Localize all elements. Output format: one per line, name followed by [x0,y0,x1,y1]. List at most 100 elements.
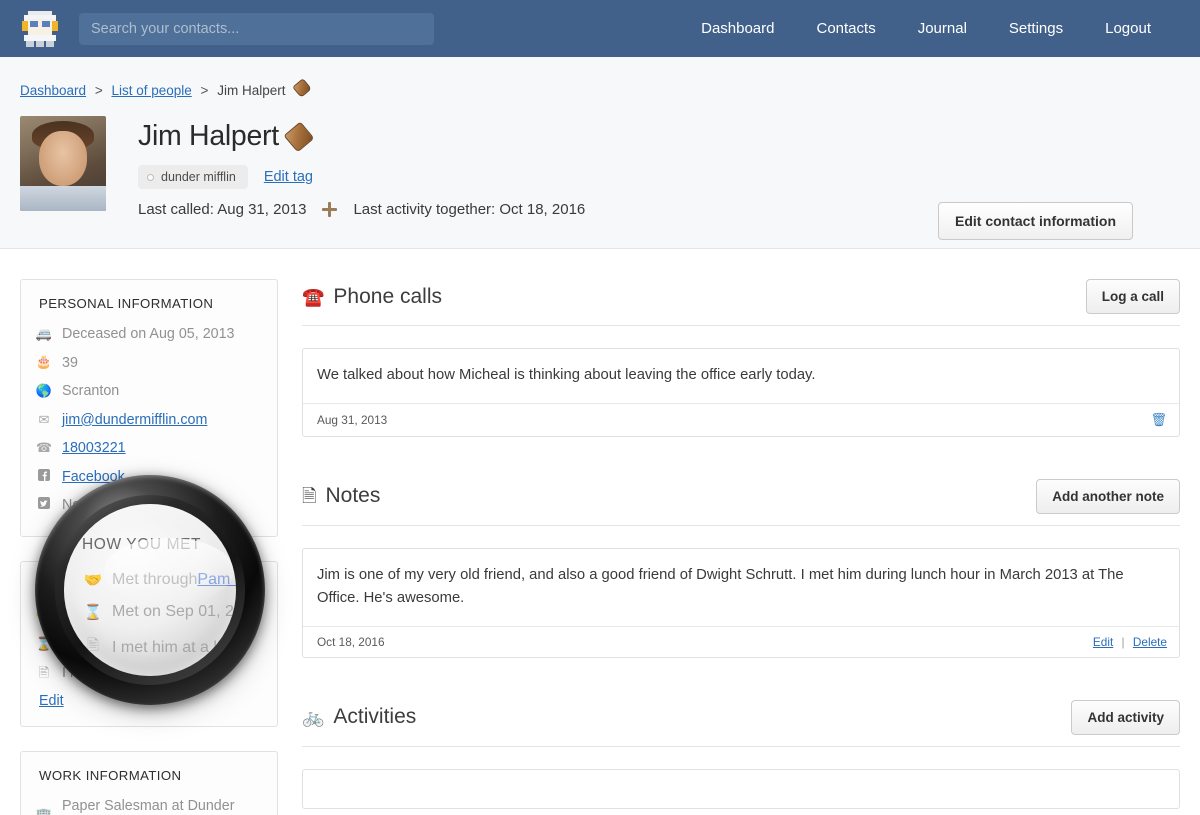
breadcrumb-separator: > [200,83,209,98]
how-you-met-row-met-through: 🤝 Met through Pam Beesly [35,602,259,631]
building-icon: 🏢 [35,806,53,815]
note-entry: Jim is one of my very old friend, and al… [302,547,1180,658]
contact-name-text: Jim Halpert [138,120,279,152]
handshake-icon: 🤝 [35,607,53,623]
personal-information-title: Personal information [39,296,214,311]
phone-link[interactable]: 18003221 [62,439,126,458]
hourglass-icon: ⌛ [35,636,53,652]
email-link[interactable]: jim@dundermifflin.com [62,411,207,430]
notes-section: 🗎 Notes Add another note Jim is one of m… [302,478,1180,658]
log-a-call-button[interactable]: Log a call [1085,279,1180,314]
phone-call-entry: We talked about how Micheal is thinking … [302,348,1180,437]
breadcrumb-separator: > [94,83,103,98]
coffin-icon [292,78,313,98]
birthday-cake-icon: 🎂 [35,354,53,370]
edit-tag-link[interactable]: Edit tag [264,169,313,185]
page-title: Jim Halpert [138,120,585,153]
info-row-facebook: Facebook [35,463,259,492]
twitter-text: No Twitter [62,497,127,514]
how-you-met-edit-link[interactable]: Edit [35,693,64,709]
monica-logo[interactable] [18,7,62,51]
activities-title-text: Activities [333,705,417,729]
info-row-email: ✉ jim@dundermifflin.com [35,406,259,435]
nav-item-logout[interactable]: Logout [1084,0,1172,57]
trash-icon[interactable]: 🗑 [1150,412,1167,428]
work-information-title: Work information [39,767,182,783]
work-row-job: 🏢 Paper Salesman at Dunder Mifflin [35,792,259,815]
note-body: Jim is one of my very old friend, and al… [317,566,1124,606]
note-delete-link[interactable]: Delete [1133,635,1167,649]
activities-section: 🚲 Activities Add activity [302,699,1180,809]
last-called-text: Last called: Aug 31, 2013 [138,201,307,218]
info-row-twitter: No Twitter [35,491,259,520]
note-card-icon: 🖹 [38,665,50,681]
nav-item-contacts[interactable]: Contacts [796,0,897,57]
met-through-person-link[interactable]: Pam Beesly [138,607,214,626]
notes-title: 🗎 Notes [302,484,380,508]
tag-row: dunder mifflin Edit tag [138,165,585,189]
activities-header: 🚲 Activities Add activity [302,699,1180,747]
personal-information-card: Personal information 🚐 Deceased on Aug 0… [20,279,278,538]
contact-info-block: Jim Halpert dunder mifflin Edit tag Last… [138,116,585,218]
phone-icon: ☎ [35,440,53,456]
breadcrumb-current: Jim Halpert [217,83,286,98]
twitter-icon [35,497,53,514]
nav-item-journal[interactable]: Journal [897,0,988,57]
activities-title: 🚲 Activities [302,705,416,729]
note-date: Oct 18, 2016 [317,634,385,649]
breadcrumb: Dashboard > List of people > Jim Halpert [20,78,1180,98]
nav-item-dashboard[interactable]: Dashboard [680,0,795,57]
notes-header: 🗎 Notes Add another note [302,478,1180,526]
bicycle-icon: 🚲 [302,707,325,728]
breadcrumb-list-of-people[interactable]: List of people [111,83,191,98]
main-nav: Dashboard Contacts Journal Settings Logo… [680,0,1172,57]
add-activity-button[interactable]: Add activity [1071,699,1180,735]
envelope-icon: ✉ [38,411,50,427]
tag-label: dunder mifflin [161,170,236,184]
activity-entry [302,768,1180,809]
phone-calls-title-text: Phone calls [333,284,442,308]
how-you-met-row-description: 🖹 I met him at a bar. [35,659,259,688]
deceased-text: Deceased on Aug 05, 2013 [62,326,235,342]
phone-calls-section: ☎️ Phone calls Log a call We talked abou… [302,279,1180,437]
info-row-location: 🌎 Scranton [35,377,259,406]
facebook-icon [35,468,53,486]
phone-call-body: We talked about how Micheal is thinking … [317,367,816,383]
coffin-icon [283,121,315,152]
breadcrumb-dashboard[interactable]: Dashboard [20,83,86,98]
note-edit-link[interactable]: Edit [1093,635,1113,649]
nav-item-settings[interactable]: Settings [988,0,1084,57]
how-you-met-card: How you met 🤝 Met through Pam Beesly ⌛ M… [20,561,278,727]
avatar-shirt [20,186,106,211]
main-content: ☎️ Phone calls Log a call We talked abou… [302,279,1180,815]
search-input[interactable] [79,12,434,45]
info-row-deceased: 🚐 Deceased on Aug 05, 2013 [35,320,259,349]
location-text: Scranton [62,383,120,400]
edit-contact-information-button[interactable]: Edit contact information [938,202,1133,240]
tag-badge[interactable]: dunder mifflin [138,165,248,189]
phone-call-footer: Aug 31, 2013 🗑 [303,402,1179,436]
contact-header: Dashboard > List of people > Jim Halpert… [0,57,1200,249]
sparkle-separator-icon [322,202,338,217]
info-row-age: 🎂 39 [35,349,259,378]
globe-icon: 🌎 [35,383,53,398]
facebook-link[interactable]: Facebook [62,468,125,487]
avatar[interactable] [20,116,106,211]
met-on-text: Met on Sep 01, 2008 [62,636,195,653]
how-you-met-row-met-on: ⌛ Met on Sep 01, 2008 [35,631,259,660]
phone-call-date: Aug 31, 2013 [317,412,388,427]
age-text: 39 [62,354,78,371]
note-actions: Edit | Delete [1093,635,1167,649]
top-navigation-bar: Dashboard Contacts Journal Settings Logo… [0,0,1200,57]
work-information-card: Work information 🏢 Paper Salesman at Dun… [20,750,278,815]
contact-meta-row: Last called: Aug 31, 2013 Last activity … [138,201,585,218]
how-you-met-title: How you met [39,578,140,594]
last-activity-text: Last activity together: Oct 18, 2016 [353,201,586,218]
note-footer: Oct 18, 2016 Edit | Delete [303,625,1179,657]
notes-title-text: Notes [325,484,381,508]
add-another-note-button[interactable]: Add another note [1036,478,1180,514]
job-text: Paper Salesman at Dunder Mifflin [62,797,235,814]
hearse-icon: 🚐 [35,325,53,341]
note-icon: 🗎 [302,486,317,507]
phone-calls-header: ☎️ Phone calls Log a call [302,279,1180,326]
